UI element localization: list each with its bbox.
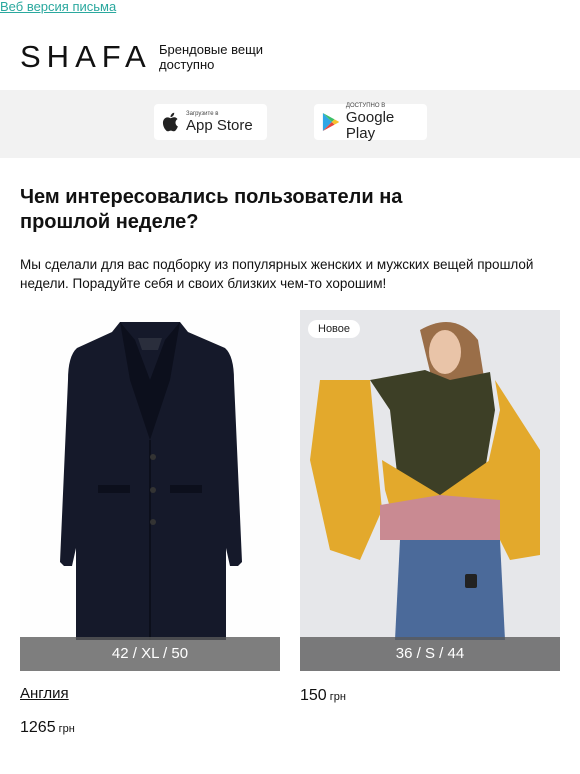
brand-link[interactable]: Англия (20, 685, 69, 702)
web-version-link[interactable]: Веб версия письма (0, 0, 116, 14)
price: 1265 грн (20, 719, 75, 737)
coat-image (60, 322, 242, 640)
app-store-label: App Store (186, 116, 253, 134)
google-play-button[interactable]: ДОСТУПНО В Google Play (314, 103, 427, 142)
google-play-label: Google Play (345, 108, 395, 142)
product-card-sweater[interactable]: Новое 36 / S / 44 (300, 310, 560, 671)
apple-icon (162, 112, 178, 132)
price-value: 150 (300, 687, 327, 704)
currency: грн (329, 691, 346, 703)
currency: грн (58, 723, 75, 735)
new-badge: Новое (308, 320, 361, 338)
app-store-button[interactable]: Загрузите в App Store (154, 104, 267, 140)
price: 150 грн (300, 687, 346, 705)
logo[interactable]: SHAFA (20, 40, 152, 74)
product-card-coat[interactable]: 42 / XL / 50 (20, 310, 280, 671)
header: SHAFA Брендовые вещи доступно (0, 22, 580, 90)
tagline: Брендовые вещи доступно (159, 42, 264, 72)
size-label: 36 / S / 44 (300, 637, 560, 671)
page-title: Чем интересовались пользователи на прошл… (20, 186, 403, 233)
price-value: 1265 (20, 719, 56, 736)
app-store-band: Загрузите в App Store ДОСТУПНО В Google … (0, 90, 580, 158)
sweater-image (300, 310, 560, 671)
google-play-icon (322, 113, 339, 131)
intro-text: Мы сделали для вас подборку из популярны… (20, 257, 534, 291)
size-label: 42 / XL / 50 (20, 637, 280, 671)
